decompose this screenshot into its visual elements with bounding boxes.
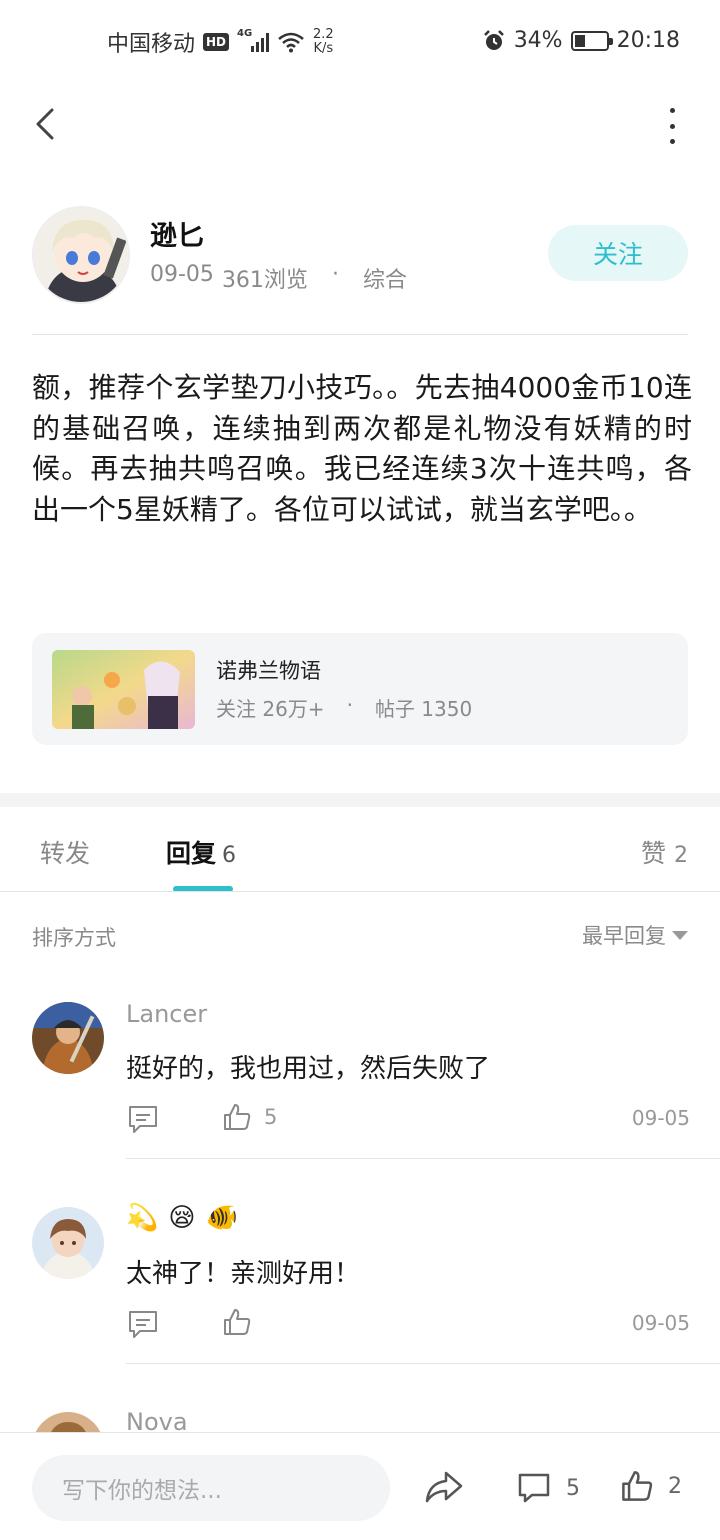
section-separator bbox=[0, 793, 720, 807]
net-speed: 2.2 K/s bbox=[313, 28, 334, 56]
comments-button[interactable]: 5 bbox=[516, 1471, 580, 1505]
commenter-avatar[interactable] bbox=[32, 1002, 104, 1074]
comment-text: 太神了！亲测好用！ bbox=[126, 1259, 361, 1289]
forum-stats-separator: · bbox=[346, 693, 353, 717]
net-speed-value: 2.2 bbox=[313, 27, 334, 42]
reply-icon[interactable] bbox=[126, 1102, 160, 1136]
comment-like-button[interactable]: 5 bbox=[222, 1102, 277, 1132]
clock: 20:18 bbox=[616, 28, 680, 53]
carrier-label: 中国移动 bbox=[107, 32, 196, 57]
comment-input[interactable]: 写下你的想法... bbox=[32, 1455, 390, 1521]
more-options-button[interactable] bbox=[662, 108, 682, 144]
comment-icon bbox=[518, 1473, 550, 1503]
sort-label: 排序方式 bbox=[32, 926, 116, 950]
hd-badge: HD bbox=[203, 33, 230, 51]
follow-button[interactable]: 关注 bbox=[548, 225, 688, 281]
network-type: 4G bbox=[237, 28, 253, 39]
comment-divider bbox=[126, 1363, 720, 1364]
post-body: 额，推荐个玄学垫刀小技巧。。先去抽4000金币10连的基础召唤，连续抽到两次都是… bbox=[32, 371, 692, 526]
forum-thumbnail bbox=[52, 650, 195, 729]
comment-date: 09-05 bbox=[631, 1106, 690, 1130]
comment-count: 5 bbox=[566, 1475, 580, 1501]
signal-icon: 4G bbox=[237, 28, 270, 52]
author-avatar[interactable] bbox=[32, 206, 130, 304]
back-button[interactable] bbox=[28, 104, 68, 144]
comment-actions: 09-05 bbox=[126, 1307, 690, 1341]
status-right: 34% 20:18 bbox=[482, 28, 680, 53]
view-count: 361浏览 bbox=[221, 268, 308, 293]
thumbs-up-icon bbox=[622, 1471, 653, 1501]
emoji-fish: 🐠 bbox=[205, 1203, 238, 1233]
tab-forward[interactable]: 转发 bbox=[40, 834, 90, 870]
share-button[interactable] bbox=[424, 1469, 464, 1505]
comment-text: 挺好的，我也用过，然后失败了 bbox=[126, 1054, 491, 1084]
emoji-sleepy: 😪 bbox=[168, 1203, 196, 1233]
net-speed-unit: K/s bbox=[313, 41, 334, 56]
like-count: 2 bbox=[668, 1473, 682, 1499]
avatar-image bbox=[34, 208, 128, 302]
share-icon bbox=[425, 1471, 463, 1503]
thumbs-up-icon bbox=[224, 1104, 251, 1130]
like-button[interactable]: 2 bbox=[620, 1469, 682, 1503]
comment-divider bbox=[126, 1158, 720, 1159]
bottom-bar: 写下你的想法... 5 2 bbox=[0, 1432, 720, 1540]
post-category: 综合 bbox=[362, 268, 407, 293]
author-name[interactable]: 逊匕 bbox=[150, 214, 204, 253]
emoji-dizzy: 💫 bbox=[126, 1203, 159, 1233]
battery-fill bbox=[574, 34, 585, 47]
forum-followers: 关注 26万+ bbox=[216, 697, 325, 721]
forum-card[interactable]: 诺弗兰物语 关注 26万+ · 帖子 1350 bbox=[32, 633, 688, 745]
tab-replies[interactable]: 回复 6 bbox=[166, 834, 236, 870]
status-bar: 中国移动 HD 4G 2.2 K/s 34% 20:18 bbox=[0, 0, 720, 84]
forum-posts: 帖子 1350 bbox=[374, 697, 473, 721]
commenter-avatar[interactable] bbox=[32, 1207, 104, 1279]
battery-percent: 34% bbox=[513, 28, 563, 53]
comment-like-button[interactable] bbox=[222, 1307, 264, 1337]
status-left: 中国移动 HD 4G 2.2 K/s bbox=[107, 26, 334, 58]
tab-likes[interactable]: 赞2 bbox=[641, 834, 688, 870]
meta-separator: · bbox=[331, 262, 339, 287]
caret-down-icon bbox=[672, 930, 688, 940]
battery-icon bbox=[570, 30, 613, 51]
more-dots-icon bbox=[669, 108, 675, 113]
post-meta: 09-05 361浏览 · 综合 bbox=[150, 262, 407, 294]
wifi-icon bbox=[278, 32, 304, 53]
tab-forward-label: 转发 bbox=[40, 839, 91, 868]
tab-likes-label: 赞 bbox=[640, 839, 666, 868]
reply-icon[interactable] bbox=[126, 1307, 160, 1341]
comment-date: 09-05 bbox=[631, 1311, 690, 1335]
forum-stats: 关注 26万+ · 帖子 1350 bbox=[216, 693, 472, 722]
divider bbox=[0, 891, 720, 892]
thumbs-up-icon bbox=[224, 1309, 251, 1335]
sort-dropdown[interactable]: 最早回复 bbox=[582, 920, 688, 950]
divider bbox=[32, 334, 688, 335]
comment-actions: 5 09-05 bbox=[126, 1102, 690, 1136]
commenter-name-emojis[interactable]: 💫 😪 🐠 bbox=[126, 1203, 238, 1233]
chevron-left-icon bbox=[36, 108, 54, 140]
alarm-icon bbox=[483, 29, 504, 50]
forum-name: 诺弗兰物语 bbox=[216, 659, 321, 683]
tab-replies-count: 6 bbox=[222, 843, 237, 868]
post-date: 09-05 bbox=[150, 262, 214, 287]
sort-selected: 最早回复 bbox=[582, 924, 666, 948]
comment-like-count: 5 bbox=[264, 1105, 278, 1129]
tab-replies-label: 回复 bbox=[166, 839, 217, 868]
commenter-name[interactable]: Lancer bbox=[126, 1000, 207, 1028]
tab-likes-count: 2 bbox=[674, 843, 688, 868]
